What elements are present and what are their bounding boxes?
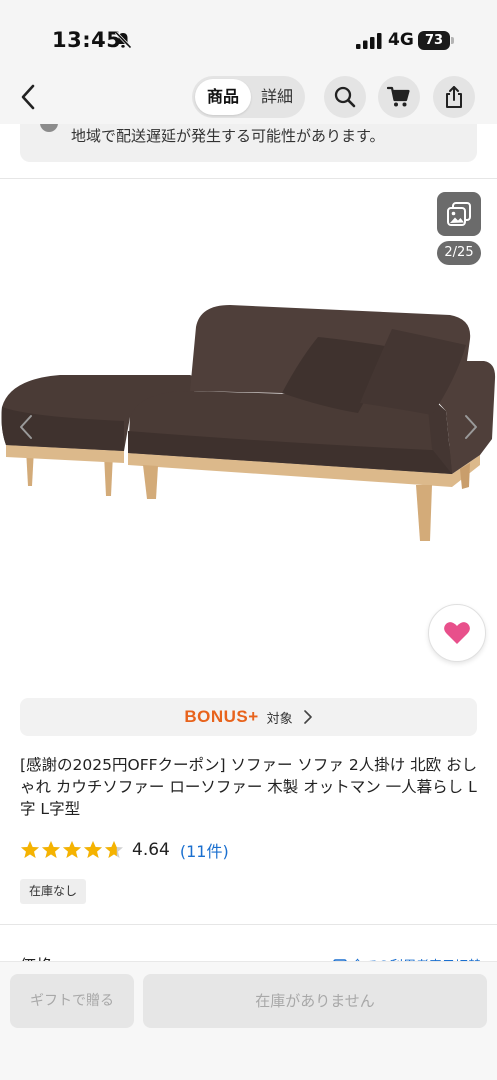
star-icon [63,841,81,858]
bottom-action-bar: ギフトで贈る 在庫がありません [0,961,497,1080]
tab-product[interactable]: 商品 [195,79,251,115]
out-of-stock-button[interactable]: 在庫がありません [143,974,487,1028]
tab-details[interactable]: 詳細 [251,79,303,115]
favorite-button[interactable] [428,604,486,662]
heart-icon [444,622,470,644]
bonus-logo-plus: + [248,707,259,726]
status-time: 13:45 [52,28,122,52]
star-icon [42,841,60,858]
stock-badge: 在庫なし [20,879,86,904]
chevron-right-icon [465,415,477,439]
tab-switcher: 商品 詳細 [192,76,305,118]
back-button[interactable] [10,78,46,116]
back-arrow-icon [21,84,35,110]
battery-tip [451,37,454,44]
chevron-left-icon [20,415,32,439]
battery-icon: 73 [418,31,450,50]
star-icon [21,841,39,858]
rating-row[interactable]: 4.64 (11件) [20,838,229,862]
rating-value: 4.64 [132,840,170,860]
bonus-banner[interactable]: BONUS+ 対象 [20,698,477,736]
image-counter: 2/25 [437,241,481,265]
image-gallery[interactable]: 2/25 [0,179,497,689]
cart-icon [387,86,410,107]
cart-button[interactable] [378,76,420,118]
bonus-logo: BONUS+ [184,707,258,727]
product-image [1,305,496,541]
network-label: 4G [388,30,414,50]
share-icon [446,86,462,108]
notice-text: 地域で配送遅延が発生する可能性があります。 [71,127,385,145]
chevron-right-icon [303,710,312,724]
delivery-notice: 地域で配送遅延が発生する可能性があります。 [20,124,477,162]
search-icon [334,86,356,108]
signal-icon [356,33,382,49]
star-rating [20,840,125,860]
status-bar: 13:45 4G 73 [0,0,497,70]
bonus-logo-text: BONUS [184,707,249,726]
image-gallery-icon [447,202,471,226]
review-count-link[interactable]: (11件) [180,838,229,862]
gift-button[interactable]: ギフトで贈る [10,974,134,1028]
bonus-target-label: 対象 [266,711,293,727]
next-image-button[interactable] [459,409,483,445]
share-button[interactable] [433,76,475,118]
divider [0,924,497,925]
star-icon [84,841,102,858]
gallery-view-button[interactable] [437,192,481,236]
info-icon [40,124,58,132]
nav-bar: 商品 詳細 [0,70,497,124]
bell-muted-icon [114,31,132,49]
search-button[interactable] [324,76,366,118]
previous-image-button[interactable] [14,409,38,445]
product-title: [感謝の2025円OFFクーポン] ソファー ソファ 2人掛け 北欧 おしゃれ … [20,756,478,818]
star-icon [105,841,123,858]
